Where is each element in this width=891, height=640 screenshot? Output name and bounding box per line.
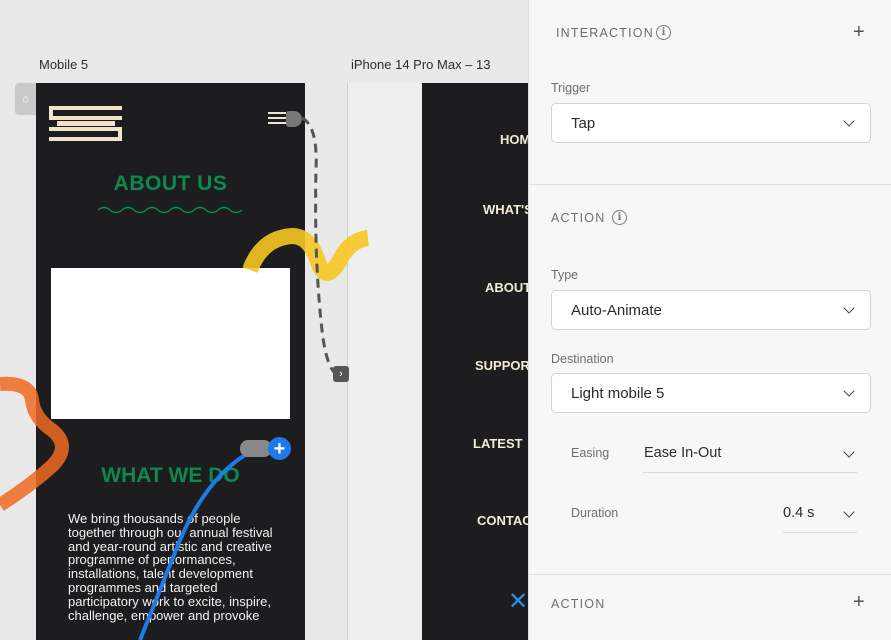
add-action-plus-icon[interactable]: + — [853, 592, 865, 612]
easing-value: Ease In-Out — [644, 445, 722, 461]
artboard-label-iphone[interactable]: iPhone 14 Pro Max – 13 — [351, 57, 490, 72]
menu-item-home[interactable]: HOM — [500, 132, 530, 147]
action-title: ACTION — [551, 211, 606, 225]
chevron-down-icon — [843, 506, 855, 518]
wave-divider — [98, 206, 243, 214]
duration-label: Duration — [571, 506, 619, 520]
close-icon[interactable]: ✕ — [508, 587, 528, 616]
interaction-title: INTERACTION — [556, 26, 654, 40]
chevron-down-icon — [843, 446, 855, 458]
add-interaction-plus-icon[interactable]: + — [853, 22, 865, 42]
type-label: Type — [551, 268, 579, 282]
trigger-value: Tap — [571, 115, 596, 132]
interaction-link-handle[interactable] — [286, 111, 302, 127]
add-interaction-button[interactable]: + — [268, 437, 291, 460]
menu-item-latest[interactable]: LATEST — [473, 436, 523, 451]
prototype-panel: INTERACTION i + Trigger Tap ACTION i Typ… — [528, 0, 891, 640]
trigger-dropdown[interactable]: Tap — [551, 103, 871, 143]
easing-dropdown[interactable]: Ease In-Out — [643, 436, 857, 473]
chevron-down-icon — [843, 385, 855, 397]
design-canvas[interactable]: Mobile 5 iPhone 14 Pro Max – 13 ⌂ ABOUT … — [0, 0, 530, 640]
menu-item-whats[interactable]: WHAT'S — [483, 202, 530, 217]
info-icon[interactable]: i — [656, 25, 671, 40]
artboard-label-mobile5[interactable]: Mobile 5 — [39, 57, 88, 72]
artboard-iphone-left-margin[interactable] — [347, 83, 422, 640]
action-section: ACTION i Type Auto-Animate Destination L… — [529, 186, 891, 575]
menu-item-contact[interactable]: CONTAC — [477, 513, 530, 528]
action-title-2: ACTION — [551, 597, 606, 611]
destination-arrow-icon[interactable]: › — [333, 366, 349, 382]
interaction-section: INTERACTION i + Trigger Tap — [529, 0, 891, 185]
image-placeholder[interactable] — [51, 268, 290, 419]
destination-dropdown[interactable]: Light mobile 5 — [551, 373, 871, 413]
brand-logo — [49, 106, 122, 141]
body-paragraph: We bring thousands of people together th… — [68, 511, 273, 623]
chevron-down-icon — [843, 115, 855, 127]
duration-dropdown[interactable]: 0.4 s — [783, 496, 857, 533]
home-icon[interactable]: ⌂ — [15, 83, 36, 115]
hamburger-menu-icon[interactable] — [268, 112, 286, 126]
destination-value: Light mobile 5 — [571, 385, 665, 402]
chevron-down-icon — [843, 302, 855, 314]
about-us-heading: ABOUT US — [113, 172, 228, 195]
type-value: Auto-Animate — [571, 302, 662, 319]
easing-label: Easing — [571, 446, 610, 460]
what-we-do-heading: WHAT WE DO — [101, 464, 240, 487]
trigger-label: Trigger — [551, 81, 591, 95]
action-section-2: ACTION + — [529, 576, 891, 640]
menu-item-about[interactable]: ABOUT — [485, 280, 530, 295]
duration-value: 0.4 s — [783, 505, 815, 521]
destination-label: Destination — [551, 352, 614, 366]
menu-item-support[interactable]: SUPPOR — [475, 358, 530, 373]
info-icon[interactable]: i — [612, 210, 627, 225]
type-dropdown[interactable]: Auto-Animate — [551, 290, 871, 330]
